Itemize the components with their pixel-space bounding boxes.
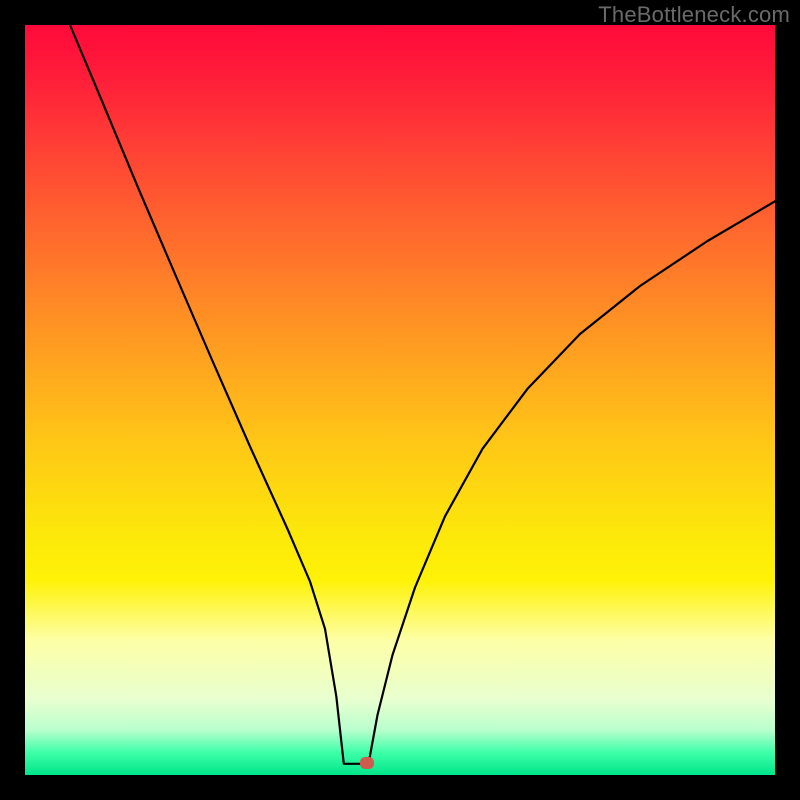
watermark-text: TheBottleneck.com (598, 2, 790, 28)
optimal-point-marker (360, 757, 374, 769)
chart-plot-area (25, 25, 775, 775)
bottleneck-curve (25, 25, 775, 775)
